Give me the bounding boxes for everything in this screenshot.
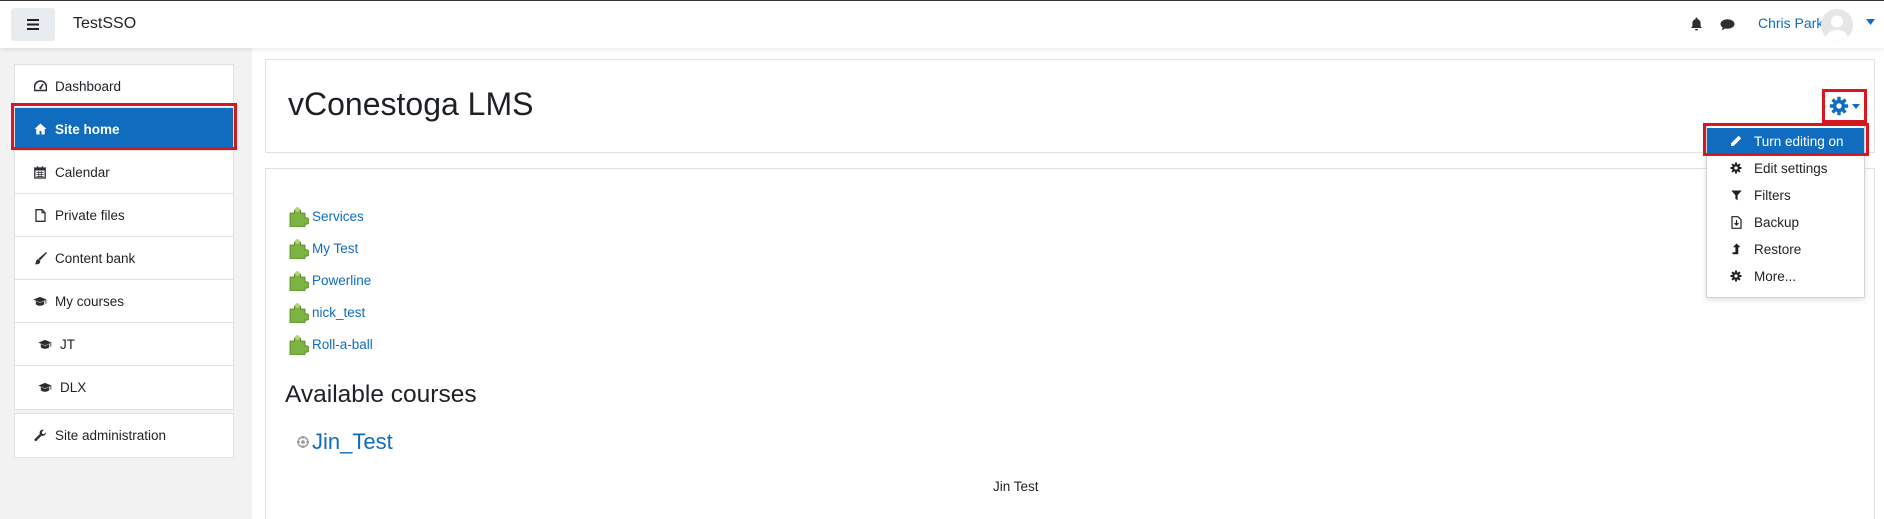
gear-icon: [1829, 96, 1849, 116]
graduation-cap-icon: [33, 294, 47, 308]
site-name-link[interactable]: TestSSO: [73, 15, 136, 33]
menu-item-restore[interactable]: Restore: [1707, 236, 1864, 262]
highlight-box-turn-editing-on: [1703, 123, 1869, 156]
activity-link-services[interactable]: Services: [312, 209, 364, 224]
activity-item: Roll-a-ball: [287, 333, 373, 355]
course-item: Jin_Test: [296, 429, 393, 455]
highlight-box-site-home: [11, 103, 237, 150]
menu-item-backup[interactable]: Backup: [1707, 209, 1864, 235]
graduation-cap-icon: [38, 337, 52, 351]
sidebar-item-label: JT: [60, 336, 75, 352]
sidebar-item-label: Dashboard: [55, 78, 122, 94]
sidebar-item-private-files[interactable]: Private files: [15, 194, 233, 237]
menu-item-label: Restore: [1754, 241, 1802, 257]
puzzle-icon: [289, 303, 309, 323]
puzzle-icon: [289, 335, 309, 355]
restore-icon: [1729, 242, 1743, 256]
file-icon: [33, 208, 47, 222]
activity-link-nick-test[interactable]: nick_test: [312, 305, 365, 320]
filter-icon: [1729, 188, 1743, 202]
dashboard-icon: [33, 79, 47, 93]
sidebar-item-my-courses[interactable]: My courses: [15, 280, 233, 323]
top-navbar: TestSSO Chris Park: [0, 0, 1884, 48]
gear-icon: [1729, 161, 1743, 175]
course-link-jin-test[interactable]: Jin_Test: [312, 429, 393, 455]
menu-item-more[interactable]: More...: [1707, 263, 1864, 289]
puzzle-icon: [289, 207, 309, 227]
sidebar-item-label: Content bank: [55, 250, 136, 266]
sidebar-item-course-dlx[interactable]: DLX: [15, 366, 233, 409]
gear-icon: [1729, 269, 1743, 283]
brush-icon: [33, 251, 47, 265]
bell-icon[interactable]: [1690, 17, 1703, 31]
activity-link-roll-a-ball[interactable]: Roll-a-ball: [312, 337, 373, 352]
sidebar-item-content-bank[interactable]: Content bank: [15, 237, 233, 280]
sidebar-item-label: Site administration: [55, 428, 167, 443]
menu-item-label: Filters: [1754, 187, 1791, 203]
page-title: vConestoga LMS: [288, 86, 534, 122]
activity-item: nick_test: [287, 301, 365, 323]
menu-item-label: Backup: [1754, 214, 1800, 230]
sidebar-item-calendar[interactable]: Calendar: [15, 151, 233, 194]
caret-down-icon: [1852, 103, 1860, 109]
sidebar-item-label: Private files: [55, 207, 125, 223]
menu-item-label: Edit settings: [1754, 160, 1828, 176]
main-region: Services My Test Powerline nick_test Rol…: [265, 168, 1875, 519]
sidebar-item-course-jt[interactable]: JT: [15, 323, 233, 366]
calendar-icon: [33, 165, 47, 179]
wrench-icon: [33, 429, 47, 443]
menu-item-filters[interactable]: Filters: [1707, 182, 1864, 208]
menu-item-label: More...: [1754, 268, 1797, 284]
sidebar-item-label: Calendar: [55, 164, 110, 180]
caret-down-icon[interactable]: [1866, 19, 1875, 25]
activity-link-my-test[interactable]: My Test: [312, 241, 358, 256]
puzzle-icon: [289, 271, 309, 291]
settings-menu-toggle[interactable]: [1822, 89, 1867, 123]
sidebar-item-label: DLX: [60, 380, 87, 395]
puzzle-icon: [289, 239, 309, 259]
graduation-cap-icon: [38, 381, 52, 395]
sidebar-item-site-administration[interactable]: Site administration: [15, 414, 233, 457]
activity-link-powerline[interactable]: Powerline: [312, 273, 371, 288]
backup-icon: [1729, 215, 1743, 229]
menu-item-edit-settings[interactable]: Edit settings: [1707, 155, 1864, 181]
sidebar-item-label: My courses: [55, 293, 125, 309]
user-menu-name[interactable]: Chris Park: [1758, 15, 1823, 31]
nav-drawer-admin: Site administration: [14, 413, 234, 458]
activity-item: Services: [287, 205, 364, 227]
activity-item: My Test: [287, 237, 358, 259]
drawer-toggle-button[interactable]: [11, 8, 55, 41]
page-header: vConestoga LMS: [265, 59, 1875, 153]
chat-icon[interactable]: [1720, 19, 1735, 31]
available-courses-heading: Available courses: [285, 381, 477, 408]
sidebar-item-dashboard[interactable]: Dashboard: [15, 65, 233, 108]
course-teacher: Jin Test: [993, 479, 1039, 494]
activity-item: Powerline: [287, 269, 371, 291]
avatar[interactable]: [1821, 9, 1853, 41]
course-expand-icon[interactable]: [296, 435, 310, 449]
menu-icon: [27, 19, 39, 30]
